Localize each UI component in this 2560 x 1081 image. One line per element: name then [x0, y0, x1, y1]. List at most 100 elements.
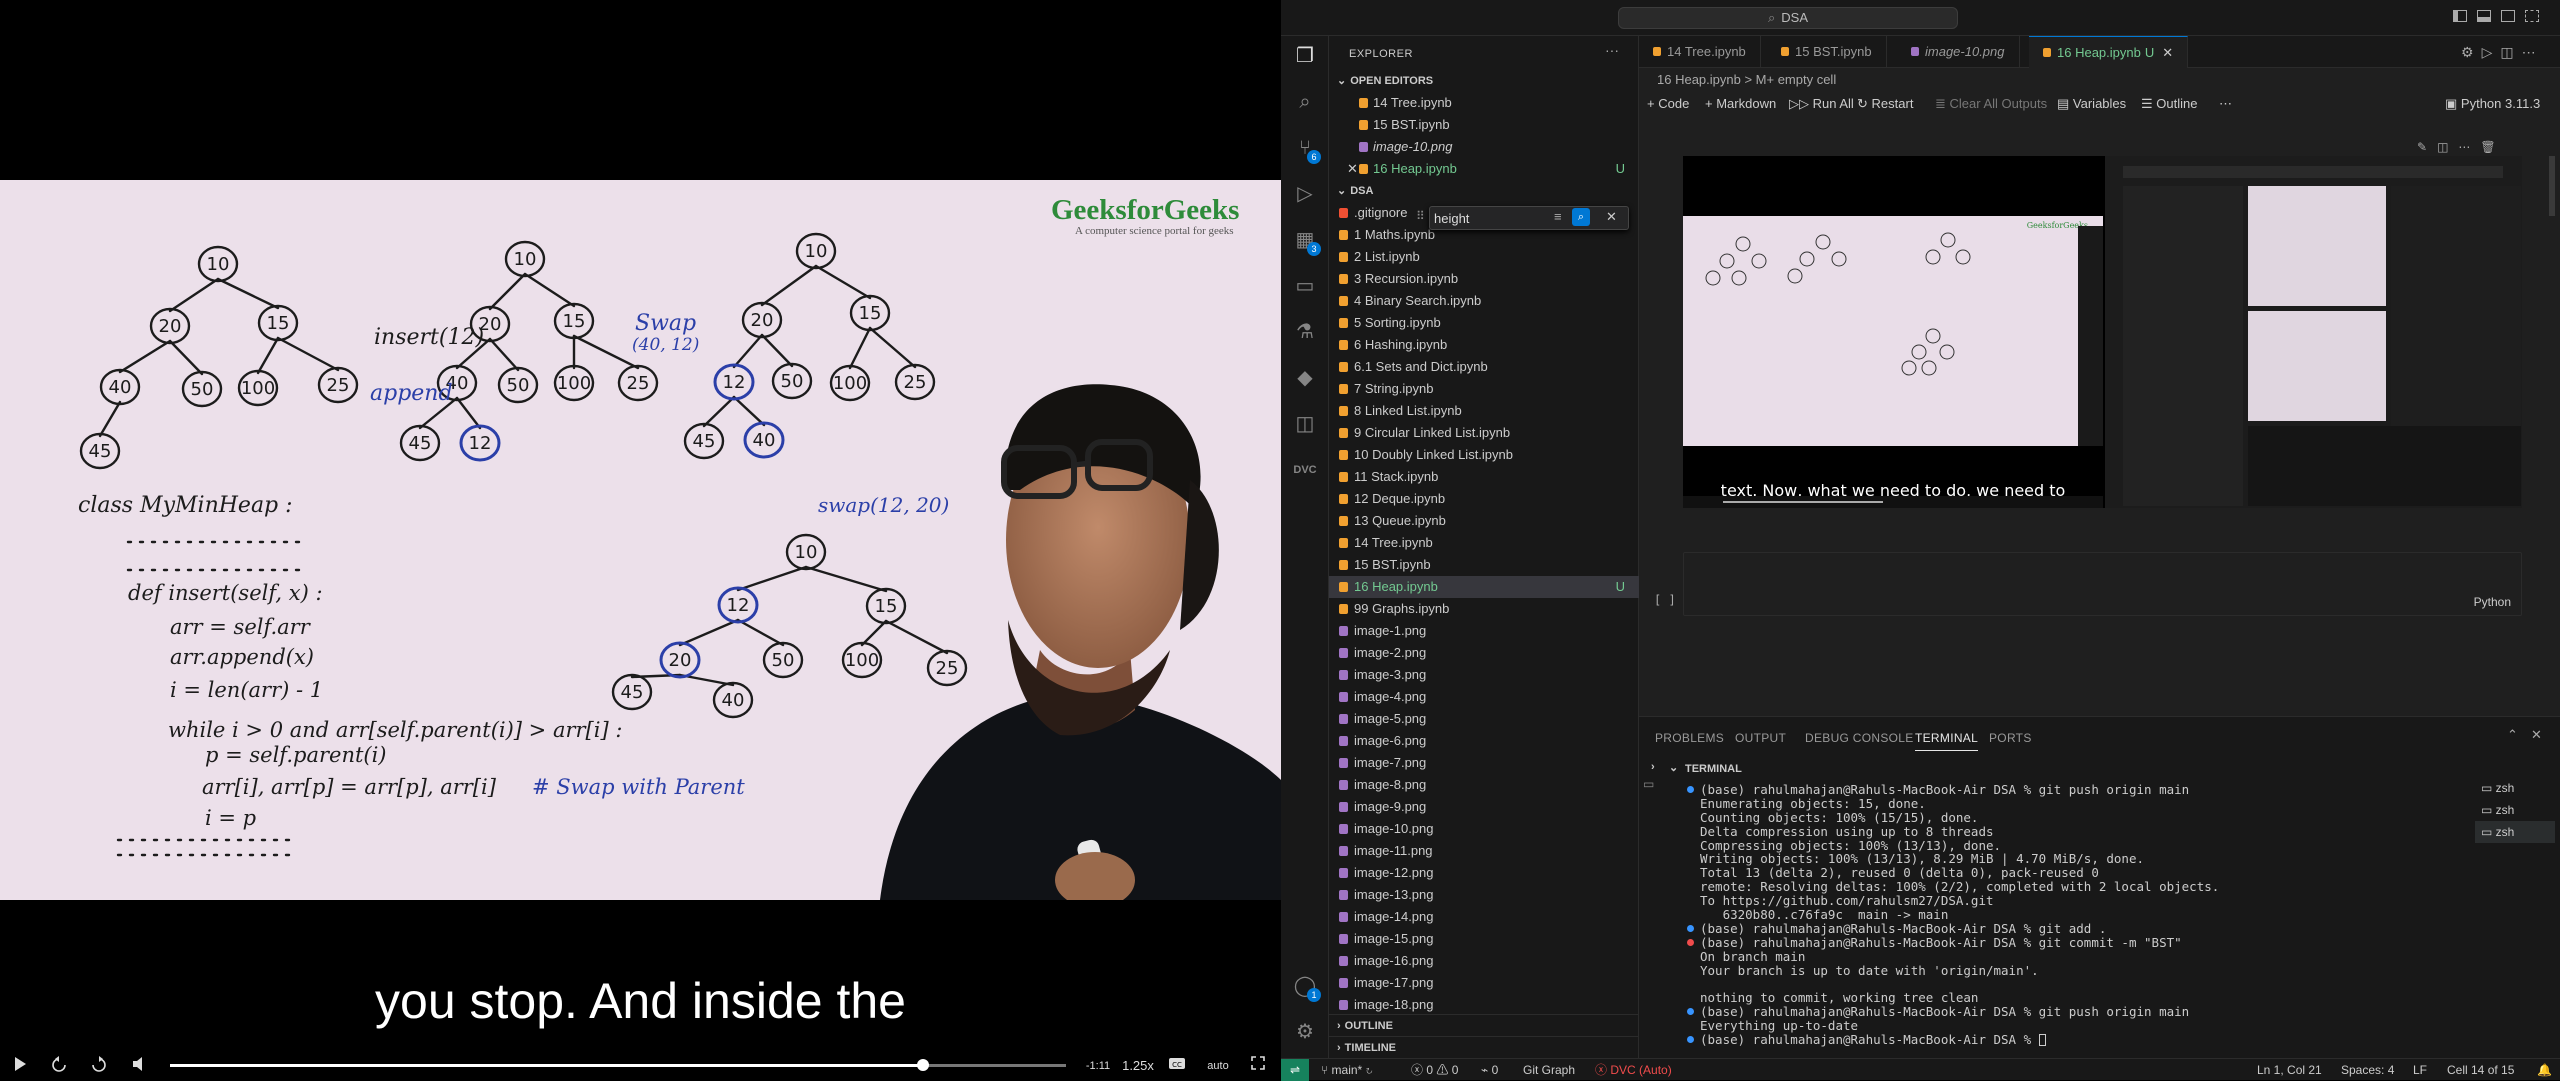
close-panel-icon[interactable]: ✕ [2531, 727, 2542, 743]
dvc-status[interactable]: ⓧ DVC (Auto) [1595, 1059, 1672, 1081]
captions-button[interactable]: CC [1166, 1056, 1188, 1076]
branch-indicator[interactable]: ⑂ main* ↻ [1321, 1059, 1373, 1081]
customize-layout-icon[interactable] [2525, 10, 2539, 22]
cursor-position[interactable]: Ln 1, Col 21 [2257, 1059, 2322, 1081]
fullscreen-button[interactable] [1248, 1056, 1268, 1076]
remote-explorer-icon[interactable]: ▭ [1293, 274, 1317, 298]
drag-handle-icon[interactable]: ⠿ [1416, 209, 1425, 223]
problems-indicator[interactable]: ⓧ 0 ⚠ 0 [1411, 1059, 1458, 1081]
file-item[interactable]: 5 Sorting.ipynb [1329, 312, 1639, 334]
toggle-sidebar-icon[interactable] [2453, 10, 2467, 22]
file-item[interactable]: image-3.png [1329, 664, 1639, 686]
cell-indicator[interactable]: Cell 14 of 15 [2447, 1059, 2514, 1081]
file-item[interactable]: image-14.png [1329, 906, 1639, 928]
terminal-instance[interactable]: ▭ zsh [2475, 777, 2555, 799]
explorer-icon[interactable]: ❐ [1293, 44, 1317, 68]
editor-scrollbar[interactable] [2549, 156, 2555, 216]
outline-header[interactable]: › OUTLINE [1329, 1014, 1639, 1036]
toggle-secondary-sidebar-icon[interactable] [2501, 10, 2515, 22]
file-item[interactable]: image-9.png [1329, 796, 1639, 818]
breadcrumb[interactable]: 16 Heap.ipynb > M+ empty cell [1657, 72, 1836, 87]
jupyter-icon[interactable]: ◫ [1293, 412, 1317, 436]
video-frame[interactable]: 10 20 15 40 50 100 25 45 10 20 15 40 50 100 25 45 12 10 20… [0, 180, 1281, 900]
forward-button[interactable] [88, 1056, 110, 1076]
file-item[interactable]: 6 Hashing.ipynb [1329, 334, 1639, 356]
file-item[interactable]: image-18.png [1329, 994, 1639, 1016]
edit-icon[interactable]: ✎ [2417, 140, 2437, 154]
open-editors-header[interactable]: ⌄ OPEN EDITORS [1329, 70, 1639, 92]
file-item[interactable]: image-2.png [1329, 642, 1639, 664]
file-item[interactable]: image-16.png [1329, 950, 1639, 972]
open-editor-item[interactable]: ✕ image-10.png [1329, 136, 1639, 158]
file-item[interactable]: 8 Linked List.ipynb [1329, 400, 1639, 422]
panel-tab[interactable]: PORTS [1989, 731, 2032, 745]
file-item[interactable]: 16 Heap.ipynb U [1329, 576, 1639, 598]
ports-indicator[interactable]: ⌁ 0 [1481, 1059, 1498, 1081]
editor-tab[interactable]: 14 Tree.ipynb [1639, 36, 1761, 68]
seek-handle[interactable] [916, 1059, 929, 1071]
settings-gear-icon[interactable]: ⚙ [1293, 1020, 1317, 1044]
terminal-output[interactable]: (base) rahulmahajan@Rahuls-MacBook-Air D… [1687, 783, 2447, 1047]
accounts-icon[interactable]: ◯ 1 [1293, 974, 1321, 1002]
file-item[interactable]: 2 List.ipynb [1329, 246, 1639, 268]
close-icon[interactable]: ✕ [1347, 114, 1358, 136]
add-code-button[interactable]: + Code [1647, 96, 1689, 111]
file-item[interactable]: image-5.png [1329, 708, 1639, 730]
file-item[interactable]: 4 Binary Search.ipynb [1329, 290, 1639, 312]
variables-button[interactable]: ▤ Variables [2057, 96, 2126, 112]
toggle-panel-icon[interactable] [2477, 10, 2491, 22]
timeline-header[interactable]: › TIMELINE [1329, 1036, 1639, 1058]
terminal-instance[interactable]: ▭ zsh [2475, 821, 2555, 843]
file-item[interactable]: image-6.png [1329, 730, 1639, 752]
quality-button[interactable]: auto [1200, 1056, 1236, 1076]
file-item[interactable]: image-11.png [1329, 840, 1639, 862]
more-icon[interactable]: ⋯ [2522, 44, 2544, 60]
file-item[interactable]: 6.1 Sets and Dict.ipynb [1329, 356, 1639, 378]
file-item[interactable]: 12 Deque.ipynb [1329, 488, 1639, 510]
file-item[interactable]: image-12.png [1329, 862, 1639, 884]
file-item[interactable]: image-13.png [1329, 884, 1639, 906]
close-icon[interactable]: ✕ [1606, 209, 1617, 225]
file-item[interactable]: 7 String.ipynb [1329, 378, 1639, 400]
source-control-icon[interactable]: ⑂ 6 [1293, 136, 1321, 164]
panel-tab[interactable]: PROBLEMS [1655, 731, 1724, 745]
find-input[interactable] [1434, 210, 1544, 226]
split-editor-icon[interactable]: ◫ [2500, 44, 2521, 60]
editor-tab[interactable]: image-10.png [1897, 36, 2020, 68]
file-item[interactable]: 14 Tree.ipynb [1329, 532, 1639, 554]
fuzzy-match-icon[interactable]: ⌕ [1572, 208, 1590, 226]
dvc-icon[interactable]: DVC [1293, 458, 1317, 482]
settings-gear-icon[interactable]: ⚙ [2461, 44, 2482, 60]
open-editor-item[interactable]: ✕ 16 Heap.ipynb U [1329, 158, 1639, 180]
command-center[interactable]: ⌕ DSA [1618, 7, 1958, 29]
restart-button[interactable]: ↻ Restart [1857, 96, 1913, 112]
docker-icon[interactable]: ◆ [1293, 366, 1317, 390]
file-item[interactable]: 99 Graphs.ipynb [1329, 598, 1639, 620]
delete-icon[interactable]: 🗑 [2480, 140, 2505, 154]
filter-icon[interactable]: ≡ [1554, 209, 1562, 224]
clear-outputs-button[interactable]: ≣ Clear All Outputs [1935, 96, 2047, 112]
file-item[interactable]: 11 Stack.ipynb [1329, 466, 1639, 488]
close-icon[interactable]: ✕ [1347, 158, 1358, 180]
chevron-right-icon[interactable]: › [1651, 761, 1655, 773]
find-widget[interactable]: ⠿ ≡ ⌕ ✕ [1416, 206, 1629, 230]
chevron-down-icon[interactable]: ⌄ [1669, 761, 1678, 774]
cell-language[interactable]: Python [2474, 595, 2511, 609]
file-item[interactable]: image-8.png [1329, 774, 1639, 796]
panel-tab[interactable]: TERMINAL [1915, 731, 1979, 751]
editor-tab[interactable]: 16 Heap.ipynb U ✕ [2029, 36, 2189, 68]
close-icon[interactable]: ✕ [1347, 136, 1358, 158]
toolbar-more-icon[interactable]: ⋯ [2219, 96, 2232, 112]
seek-bar[interactable] [170, 1059, 1066, 1071]
maximize-panel-icon[interactable]: ⌃ [2507, 727, 2518, 743]
empty-code-cell[interactable]: [ ] Python [1654, 552, 2522, 616]
file-item[interactable]: 13 Queue.ipynb [1329, 510, 1639, 532]
remote-indicator[interactable]: ⇌ [1281, 1059, 1309, 1081]
run-debug-icon[interactable]: ▷ [1293, 182, 1317, 206]
file-item[interactable]: image-7.png [1329, 752, 1639, 774]
split-cell-icon[interactable]: ◫ [2437, 140, 2458, 154]
workspace-header[interactable]: ⌄ DSA [1329, 180, 1639, 202]
outline-button[interactable]: ☰ Outline [2141, 96, 2197, 112]
run-all-button[interactable]: ▷▷ Run All [1789, 96, 1854, 112]
close-icon[interactable]: ✕ [1347, 92, 1358, 114]
